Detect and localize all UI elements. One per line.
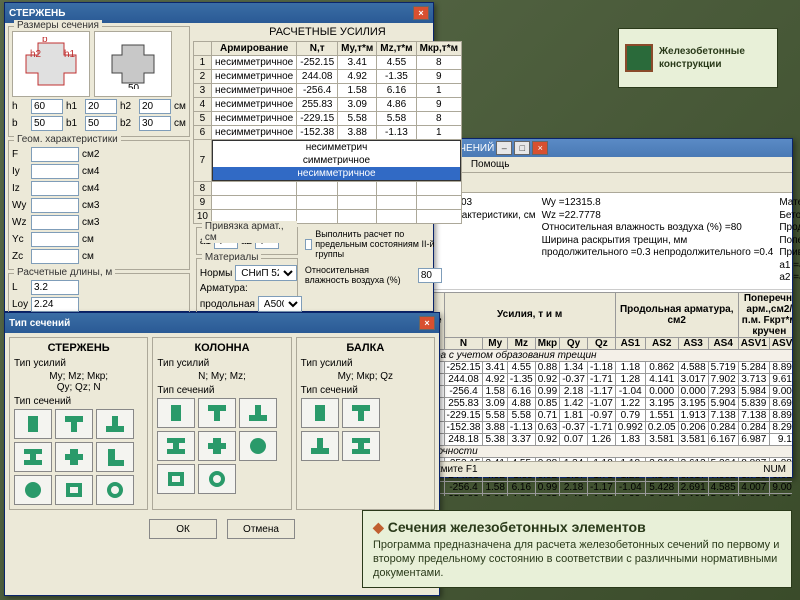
input-h[interactable] xyxy=(31,99,63,114)
section-cross-icon[interactable] xyxy=(198,431,236,461)
section-ell-icon[interactable] xyxy=(96,442,134,472)
select-norm[interactable]: СНиП 52.01.0 xyxy=(235,265,297,281)
menu-help[interactable]: Помощь xyxy=(471,159,510,170)
input-b2[interactable] xyxy=(139,116,171,131)
info-text: Программа предназначена для расчета желе… xyxy=(373,539,781,580)
section-ring-icon[interactable] xyxy=(198,464,236,494)
input-Iy[interactable] xyxy=(31,164,79,179)
maximize-button[interactable]: □ xyxy=(514,141,530,155)
input-h2[interactable] xyxy=(139,99,171,114)
section-rect-icon[interactable] xyxy=(157,398,195,428)
minimize-button[interactable]: – xyxy=(496,141,512,155)
section-tee-icon[interactable] xyxy=(198,398,236,428)
svg-text:b: b xyxy=(42,37,48,45)
input-L[interactable] xyxy=(31,280,79,295)
cross-section-icon: h2 h1 b xyxy=(20,37,82,91)
section-ibeam-icon[interactable] xyxy=(342,431,380,461)
close-button[interactable]: × xyxy=(413,6,429,20)
checkbox-limit-state[interactable] xyxy=(305,239,312,250)
section-preview-annotated: h2 h1 b xyxy=(12,31,90,97)
window-title: СТЕРЖЕНЬ xyxy=(9,8,65,19)
info-panel: Сечения железобетонных элементов Програм… xyxy=(362,510,792,588)
input-Iz[interactable] xyxy=(31,181,79,196)
section-box-icon[interactable] xyxy=(157,464,195,494)
cancel-button[interactable]: Отмена xyxy=(227,519,295,539)
svg-text:h2: h2 xyxy=(30,49,42,60)
section-ring-icon[interactable] xyxy=(96,475,134,505)
forces-table[interactable]: АрмированиеN,тMy,т*мMz,т*мМкр,т*м1несимм… xyxy=(193,41,462,224)
input-Loy[interactable] xyxy=(31,297,79,312)
window-title: Тип сечений xyxy=(9,318,70,329)
input-F[interactable] xyxy=(31,147,79,162)
select-long-reinf[interactable]: A500 xyxy=(258,296,302,312)
section-circle-icon[interactable] xyxy=(14,475,52,505)
section-itee-icon[interactable] xyxy=(96,409,134,439)
section-rect-icon[interactable] xyxy=(301,398,339,428)
info-title: Сечения железобетонных элементов xyxy=(373,519,781,536)
section-tee-icon[interactable] xyxy=(55,409,93,439)
input-Zc[interactable] xyxy=(31,249,79,264)
type-column-стержень: СТЕРЖЕНЬ Тип усилий My; Mz; Mкр; Qy; Qz;… xyxy=(9,337,148,510)
input-h1[interactable] xyxy=(85,99,117,114)
section-ibeam-icon[interactable] xyxy=(157,431,195,461)
titlebar-types[interactable]: Тип сечений × xyxy=(5,313,439,333)
group-binding: Привязка армат., см a1a2 xyxy=(196,227,298,255)
section-cross-icon[interactable] xyxy=(55,442,93,472)
ok-button[interactable]: ОК xyxy=(149,519,217,539)
app-logo-panel: Железобетонныеконструкции xyxy=(618,28,778,88)
section-itee-icon[interactable] xyxy=(301,431,339,461)
svg-text:50: 50 xyxy=(128,83,140,89)
input-b[interactable] xyxy=(31,116,63,131)
window-sterzhen: СТЕРЖЕНЬ × Размеры сечения h2h1b 50 hh1h… xyxy=(4,2,434,312)
section-tee-icon[interactable] xyxy=(342,398,380,428)
close-button[interactable]: × xyxy=(532,141,548,155)
section-itee-icon[interactable] xyxy=(239,398,277,428)
input-Wz[interactable] xyxy=(31,215,79,230)
svg-text:h1: h1 xyxy=(64,49,76,60)
section-box-icon[interactable] xyxy=(55,475,93,505)
type-column-балка: БАЛКА Тип усилий My; Mкр; Qz Тип сечений xyxy=(296,337,435,510)
input-humidity[interactable] xyxy=(418,268,442,283)
status-numlock: NUM xyxy=(763,464,786,475)
group-sizes: Размеры сечения h2h1b 50 hh1h2см bb1b2см xyxy=(8,26,190,137)
input-b1[interactable] xyxy=(85,116,117,131)
logo-text: Железобетонныеконструкции xyxy=(659,45,745,71)
input-Yc[interactable] xyxy=(31,232,79,247)
type-column-колонна: КОЛОННА Тип усилий N; My; Mz; Тип сечени… xyxy=(152,337,291,510)
section-circle-icon[interactable] xyxy=(239,431,277,461)
reinforcement-dropdown[interactable]: несимметричсимметричноенесимметричное xyxy=(212,140,461,181)
cross-section-icon: 50 xyxy=(104,39,162,89)
section-ibeam-icon[interactable] xyxy=(14,442,52,472)
forces-title: РАСЧЕТНЫЕ УСИЛИЯ xyxy=(193,23,462,41)
input-Wy[interactable] xyxy=(31,198,79,213)
logo-icon xyxy=(625,44,653,72)
section-rect-icon[interactable] xyxy=(14,409,52,439)
close-button[interactable]: × xyxy=(419,316,435,330)
section-preview-plain: 50 xyxy=(94,31,172,97)
group-geom: Геом. характеристики Fсм2 Iyсм4 Izсм4 Wy… xyxy=(8,140,190,270)
